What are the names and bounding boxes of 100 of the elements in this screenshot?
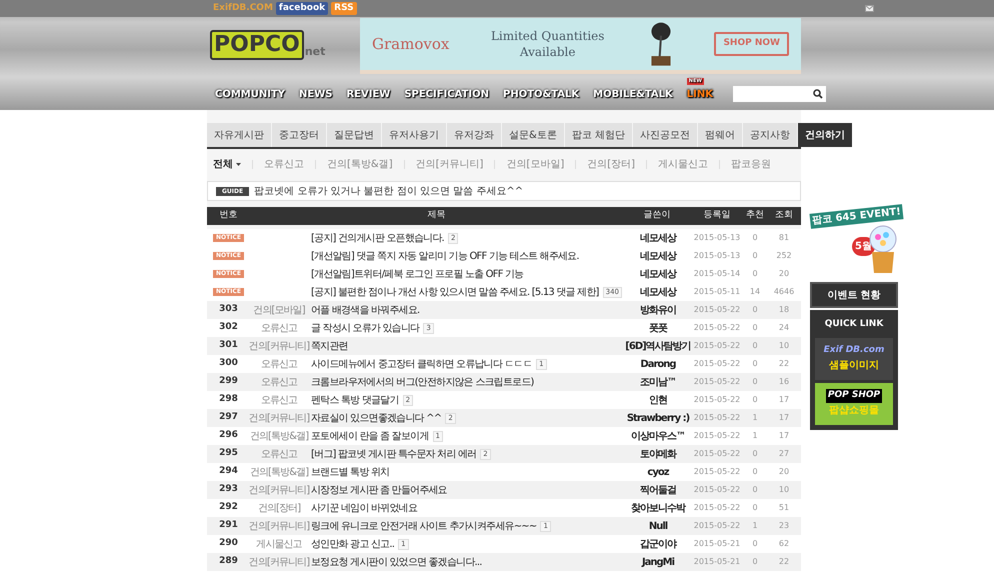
post-category: 건의[커뮤니티] bbox=[248, 484, 310, 498]
view-count: 17 bbox=[778, 394, 790, 406]
view-count: 20 bbox=[778, 268, 790, 280]
board-tab[interactable]: 사진공모전 bbox=[633, 123, 697, 147]
post-title-link[interactable]: 성인만화 광고 신고.. bbox=[311, 536, 394, 552]
post-number: 299 bbox=[219, 375, 238, 388]
post-title-link[interactable]: [개선알림]트위터/페북 로그인 프로필 노출 OFF 기능 bbox=[311, 266, 524, 282]
post-date: 2015-05-22 bbox=[694, 358, 740, 370]
facebook-link[interactable]: facebook bbox=[276, 2, 328, 16]
view-count: 51 bbox=[778, 502, 790, 514]
post-number: 295 bbox=[219, 447, 238, 460]
post-author[interactable]: 폿폿 bbox=[649, 320, 667, 336]
post-date: 2015-05-22 bbox=[694, 376, 740, 388]
post-author[interactable]: 인현 bbox=[649, 392, 667, 408]
post-author[interactable]: 토야메화 bbox=[640, 446, 676, 462]
post-author[interactable]: 방화유이 bbox=[640, 302, 676, 318]
post-number: 298 bbox=[219, 393, 238, 406]
guide-text: 팝코넷에 오류가 있거나 불편한 점이 있으면 말씀 주세요^^ bbox=[254, 184, 524, 198]
post-date: 2015-05-13 bbox=[694, 232, 740, 244]
post-author[interactable]: cyoz bbox=[647, 464, 669, 480]
post-date: 2015-05-22 bbox=[694, 502, 740, 514]
board-tab[interactable]: 유저사용기 bbox=[382, 123, 446, 147]
post-number: 292 bbox=[219, 501, 238, 514]
post-author[interactable]: 네모세상 bbox=[640, 284, 676, 300]
vote-count: 1 bbox=[752, 412, 758, 424]
event-status-button[interactable]: 이벤트 현황 bbox=[810, 282, 898, 308]
post-title-link[interactable]: [버그] 팝코넷 게시판 특수문자 처리 에러 bbox=[311, 446, 476, 462]
vote-count: 0 bbox=[752, 502, 758, 514]
post-author[interactable]: 갑군이야 bbox=[640, 536, 676, 552]
column-header: 추천 bbox=[746, 209, 764, 222]
post-author[interactable]: Null bbox=[648, 518, 668, 534]
post-category: 오류신고 bbox=[260, 394, 298, 408]
post-title-link[interactable]: 자료실이 있으면좋겠습니다 ^^ bbox=[311, 410, 442, 426]
post-title-link[interactable]: 사기꾼 네임이 바뀌었네요 bbox=[311, 500, 417, 516]
quick-link[interactable]: Exif DB.com 샘플이미지 bbox=[815, 338, 893, 380]
post-date: 2015-05-14 bbox=[694, 268, 740, 280]
post-author[interactable]: 조미남™ bbox=[640, 374, 676, 390]
post-title-link[interactable]: [개선알림] 댓글 쪽지 자동 알리미 기능 OFF 기능 테스트 해주세요. bbox=[311, 248, 579, 264]
post-author[interactable]: 네모세상 bbox=[640, 230, 676, 246]
board-tab[interactable]: 중고장터 bbox=[272, 123, 326, 147]
column-header: 번호 bbox=[220, 209, 238, 222]
board-tab[interactable]: 펌웨어 bbox=[698, 123, 742, 147]
post-title-link[interactable]: 펜탁스 톡방 댓글달기 bbox=[311, 392, 399, 408]
post-title-link[interactable]: 시장정보 게시판 좀 만들어주세요 bbox=[311, 482, 447, 498]
view-count: 24 bbox=[778, 322, 790, 334]
post-author[interactable]: 찾아보니수박 bbox=[631, 500, 685, 516]
post-date: 2015-05-11 bbox=[694, 286, 740, 298]
post-title-link[interactable]: [공지] 불편한 점이나 개선 사항 있으시면 말씀 주세요. [5.13 댓글 제한] bbox=[311, 284, 599, 300]
post-number: 291 bbox=[219, 519, 238, 532]
post-author[interactable]: Strawberry :) bbox=[626, 410, 690, 426]
advertisement-banner[interactable]: Gramovox Limited Quantities Available SHOP NOW bbox=[360, 18, 801, 74]
vote-count: 1 bbox=[752, 520, 758, 532]
view-count: 23 bbox=[778, 520, 790, 532]
post-title-link[interactable]: 어플 배경색을 바꿔주세요. bbox=[311, 302, 420, 318]
board-tab[interactable]: 설문&토론 bbox=[502, 123, 564, 147]
board-tab[interactable]: 질문답변 bbox=[327, 123, 381, 147]
post-author[interactable]: JangMi bbox=[642, 554, 674, 570]
vote-count: 0 bbox=[752, 466, 758, 478]
quick-link[interactable]: POP SHOP 팝샵쇼핑몰 bbox=[815, 382, 893, 424]
post-author[interactable]: 네모세상 bbox=[640, 266, 676, 282]
post-date: 2015-05-13 bbox=[694, 250, 740, 262]
search-icon[interactable] bbox=[813, 89, 823, 99]
post-number: 294 bbox=[219, 465, 238, 478]
post-number: 297 bbox=[219, 411, 238, 424]
category-filter[interactable]: 전체 bbox=[213, 156, 241, 172]
post-title-link[interactable]: 사이드메뉴에서 중고장터 클릭하면 오류납니다 ㄷㄷㄷ bbox=[311, 356, 532, 372]
post-category: 오류신고 bbox=[260, 376, 298, 390]
view-count: 252 bbox=[776, 250, 792, 262]
post-author[interactable]: Darong bbox=[640, 356, 676, 372]
view-count: 81 bbox=[778, 232, 790, 244]
post-date: 2015-05-22 bbox=[694, 394, 740, 406]
post-title-link[interactable]: 브랜드별 톡방 위치 bbox=[311, 464, 390, 480]
post-category: 오류신고 bbox=[260, 322, 298, 336]
post-date: 2015-05-22 bbox=[694, 466, 740, 478]
board-tab[interactable]: 유저강좌 bbox=[447, 123, 501, 147]
board-tab[interactable]: 공지사항 bbox=[743, 123, 797, 147]
board-tab[interactable]: 자유게시판 bbox=[207, 123, 271, 147]
post-category: 게시물신고 bbox=[256, 538, 302, 552]
vote-count: 14 bbox=[750, 286, 760, 298]
view-count: 10 bbox=[778, 340, 790, 352]
post-title-link[interactable]: [공지] 건의게시판 오픈했습니다. bbox=[311, 230, 444, 246]
view-count: 18 bbox=[778, 304, 790, 316]
post-author[interactable]: [6D]역사탐방기 bbox=[625, 338, 691, 354]
board-tab[interactable]: 팝코 체험단 bbox=[564, 123, 632, 147]
post-title-link[interactable]: 글 작성시 오류가 있습니다 bbox=[311, 320, 420, 336]
post-title-link[interactable]: 크롬브라우저에서의 버그(안전하지않은 스크립트로드) bbox=[311, 374, 534, 390]
search-field[interactable] bbox=[733, 86, 826, 102]
post-date: 2015-05-22 bbox=[694, 448, 740, 460]
post-date: 2015-05-21 bbox=[694, 556, 740, 568]
post-title-link[interactable]: 포토에세이 란을 좀 잘보이게 bbox=[311, 428, 429, 444]
post-author[interactable]: 찍어둘걸 bbox=[640, 482, 676, 498]
vote-count: 0 bbox=[752, 538, 758, 550]
post-title-link[interactable]: 링크에 유니크로 안전거래 사이트 추가시켜주세유~~~ bbox=[311, 518, 536, 534]
board-tab[interactable]: 건의하기 bbox=[798, 123, 852, 147]
post-title-link[interactable]: 쪽지관련 bbox=[311, 338, 348, 354]
post-author[interactable]: 이상마우스™ bbox=[631, 428, 685, 444]
post-category: 건의[장터] bbox=[258, 502, 300, 516]
post-author[interactable]: 네모세상 bbox=[640, 248, 676, 264]
post-title-link[interactable]: 보정요청 게시판이 있었으면 좋겠습니다... bbox=[311, 554, 482, 570]
post-category: 건의[모바일] bbox=[253, 304, 305, 318]
